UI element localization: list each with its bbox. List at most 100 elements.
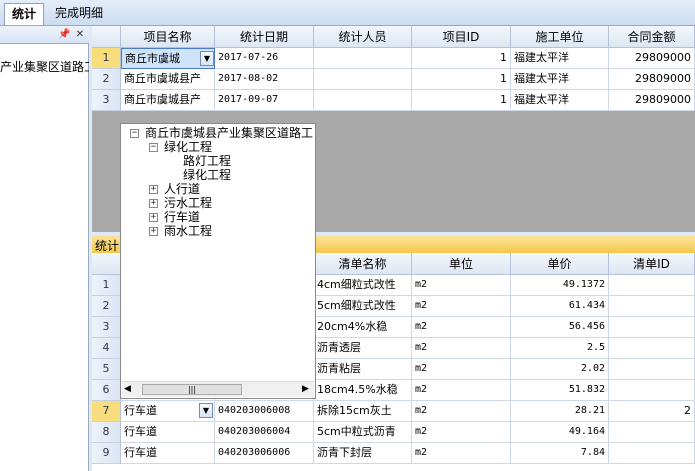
unit-cell[interactable]: m2 [412, 317, 511, 338]
unit-cell[interactable]: m2 [412, 296, 511, 317]
tree-node-sewage[interactable]: 污水工程 [164, 196, 212, 210]
unit-cell[interactable]: m2 [412, 359, 511, 380]
column-header-item-id[interactable]: 清单ID [609, 253, 695, 275]
column-header-project-id[interactable]: 项目ID [412, 26, 511, 48]
tree-node-roadway[interactable]: 行车道 [164, 210, 200, 224]
staff-cell[interactable] [314, 48, 412, 69]
category-cell[interactable]: 行车道 [121, 443, 215, 464]
expand-icon[interactable]: + [149, 185, 158, 194]
column-header-staff[interactable]: 统计人员 [314, 26, 412, 48]
unit-cell[interactable]: m2 [412, 338, 511, 359]
tree-node-greening[interactable]: 绿化工程 [164, 140, 212, 154]
row-number[interactable]: 6 [92, 380, 121, 401]
stat-date-cell[interactable]: 2017-09-07 [215, 90, 314, 111]
item-name-cell[interactable]: 5cm中粒式沥青 [314, 422, 412, 443]
project-id-cell[interactable]: 1 [412, 69, 511, 90]
column-header-item-name[interactable]: 清单名称 [314, 253, 412, 275]
item-id-cell[interactable] [609, 275, 695, 296]
item-id-cell[interactable] [609, 317, 695, 338]
unit-cell[interactable]: m2 [412, 380, 511, 401]
column-header-contractor[interactable]: 施工单位 [511, 26, 609, 48]
row-number[interactable]: 3 [92, 317, 121, 338]
unit-price-cell[interactable]: 28.21 [511, 401, 609, 422]
unit-price-cell[interactable]: 7.84 [511, 443, 609, 464]
item-id-cell[interactable] [609, 359, 695, 380]
expand-icon[interactable]: + [149, 213, 158, 222]
unit-cell[interactable]: m2 [412, 443, 511, 464]
contract-amount-cell[interactable]: 29809000 [609, 48, 695, 69]
item-name-cell[interactable]: 沥青下封层 [314, 443, 412, 464]
row-number[interactable]: 9 [92, 443, 121, 464]
pin-icon[interactable]: 📌 [58, 27, 70, 42]
scroll-right-icon[interactable]: ▶ [302, 384, 309, 394]
row-number[interactable]: 2 [92, 69, 121, 90]
item-name-cell[interactable]: 沥青粘层 [314, 359, 412, 380]
scroll-left-icon[interactable]: ◀ [124, 384, 131, 394]
category-cell[interactable]: 行车道 ▼ [121, 401, 215, 422]
stat-date-cell[interactable]: 2017-08-02 [215, 69, 314, 90]
expand-icon[interactable]: + [149, 227, 158, 236]
contractor-cell[interactable]: 福建太平洋 [511, 48, 609, 69]
row-number[interactable]: 8 [92, 422, 121, 443]
category-cell[interactable]: 行车道 [121, 422, 215, 443]
unit-price-cell[interactable]: 2.02 [511, 359, 609, 380]
stat-date-cell[interactable]: 2017-07-26 [215, 48, 314, 69]
item-id-cell[interactable] [609, 380, 695, 401]
section-label[interactable]: 统计 [95, 237, 119, 254]
unit-price-cell[interactable]: 51.832 [511, 380, 609, 401]
collapse-icon[interactable]: − [130, 129, 139, 138]
column-header-contract-amount[interactable]: 合同金额 [609, 26, 695, 48]
column-header-project-name[interactable]: 项目名称 [121, 26, 215, 48]
unit-price-cell[interactable]: 56.456 [511, 317, 609, 338]
project-name-cell[interactable]: 商丘市虞城县产 [121, 69, 215, 90]
column-header-unit[interactable]: 单位 [412, 253, 511, 275]
project-id-cell[interactable]: 1 [412, 48, 511, 69]
collapse-icon[interactable]: − [149, 143, 158, 152]
unit-price-cell[interactable]: 49.1372 [511, 275, 609, 296]
column-header-stat-date[interactable]: 统计日期 [215, 26, 314, 48]
tree-node-sidewalk[interactable]: 人行道 [164, 182, 200, 196]
code-cell[interactable]: 040203006006 [215, 443, 314, 464]
chevron-down-icon[interactable]: ▼ [200, 51, 214, 66]
item-id-cell[interactable] [609, 296, 695, 317]
item-name-cell[interactable]: 18cm4.5%水稳 [314, 380, 412, 401]
row-number[interactable]: 1 [92, 275, 121, 296]
item-name-cell[interactable]: 20cm4%水稳 [314, 317, 412, 338]
row-number[interactable]: 1 [92, 48, 121, 69]
tree-node-rainwater[interactable]: 雨水工程 [164, 224, 212, 238]
chevron-down-icon[interactable]: ▼ [199, 403, 213, 418]
grid-corner[interactable] [92, 26, 121, 48]
row-number[interactable]: 4 [92, 338, 121, 359]
unit-price-cell[interactable]: 49.164 [511, 422, 609, 443]
expand-icon[interactable]: + [149, 199, 158, 208]
item-id-cell[interactable] [609, 443, 695, 464]
project-name-cell[interactable]: 商丘市虞城县产 [121, 90, 215, 111]
scroll-thumb[interactable]: ||| [142, 384, 242, 395]
left-panel-project-text[interactable]: 产业集聚区道路工 [0, 58, 89, 75]
row-number[interactable]: 2 [92, 296, 121, 317]
contract-amount-cell[interactable]: 29809000 [609, 90, 695, 111]
tree-root-node[interactable]: 商丘市虞城县产业集聚区道路工 [145, 126, 313, 140]
item-id-cell[interactable]: 2 [609, 401, 695, 422]
unit-price-cell[interactable]: 2.5 [511, 338, 609, 359]
unit-price-cell[interactable]: 61.434 [511, 296, 609, 317]
unit-cell[interactable]: m2 [412, 401, 511, 422]
tree-leaf-greening[interactable]: 绿化工程 [183, 168, 231, 182]
code-cell[interactable]: 040203006004 [215, 422, 314, 443]
contract-amount-cell[interactable]: 29809000 [609, 69, 695, 90]
row-number[interactable]: 7 [92, 401, 121, 422]
row-number[interactable]: 3 [92, 90, 121, 111]
contractor-cell[interactable]: 福建太平洋 [511, 90, 609, 111]
project-name-dropdown[interactable]: 商丘市虞城 ▼ [121, 48, 215, 69]
item-name-cell[interactable]: 4cm细粒式改性 [314, 275, 412, 296]
tree-leaf-street-light[interactable]: 路灯工程 [183, 154, 231, 168]
code-cell[interactable]: 040203006008 [215, 401, 314, 422]
column-header-unit-price[interactable]: 单价 [511, 253, 609, 275]
project-id-cell[interactable]: 1 [412, 90, 511, 111]
staff-cell[interactable] [314, 90, 412, 111]
unit-cell[interactable]: m2 [412, 422, 511, 443]
item-name-cell[interactable]: 5cm细粒式改性 [314, 296, 412, 317]
staff-cell[interactable] [314, 69, 412, 90]
grid-corner[interactable] [92, 253, 121, 275]
item-name-cell[interactable]: 沥青透层 [314, 338, 412, 359]
